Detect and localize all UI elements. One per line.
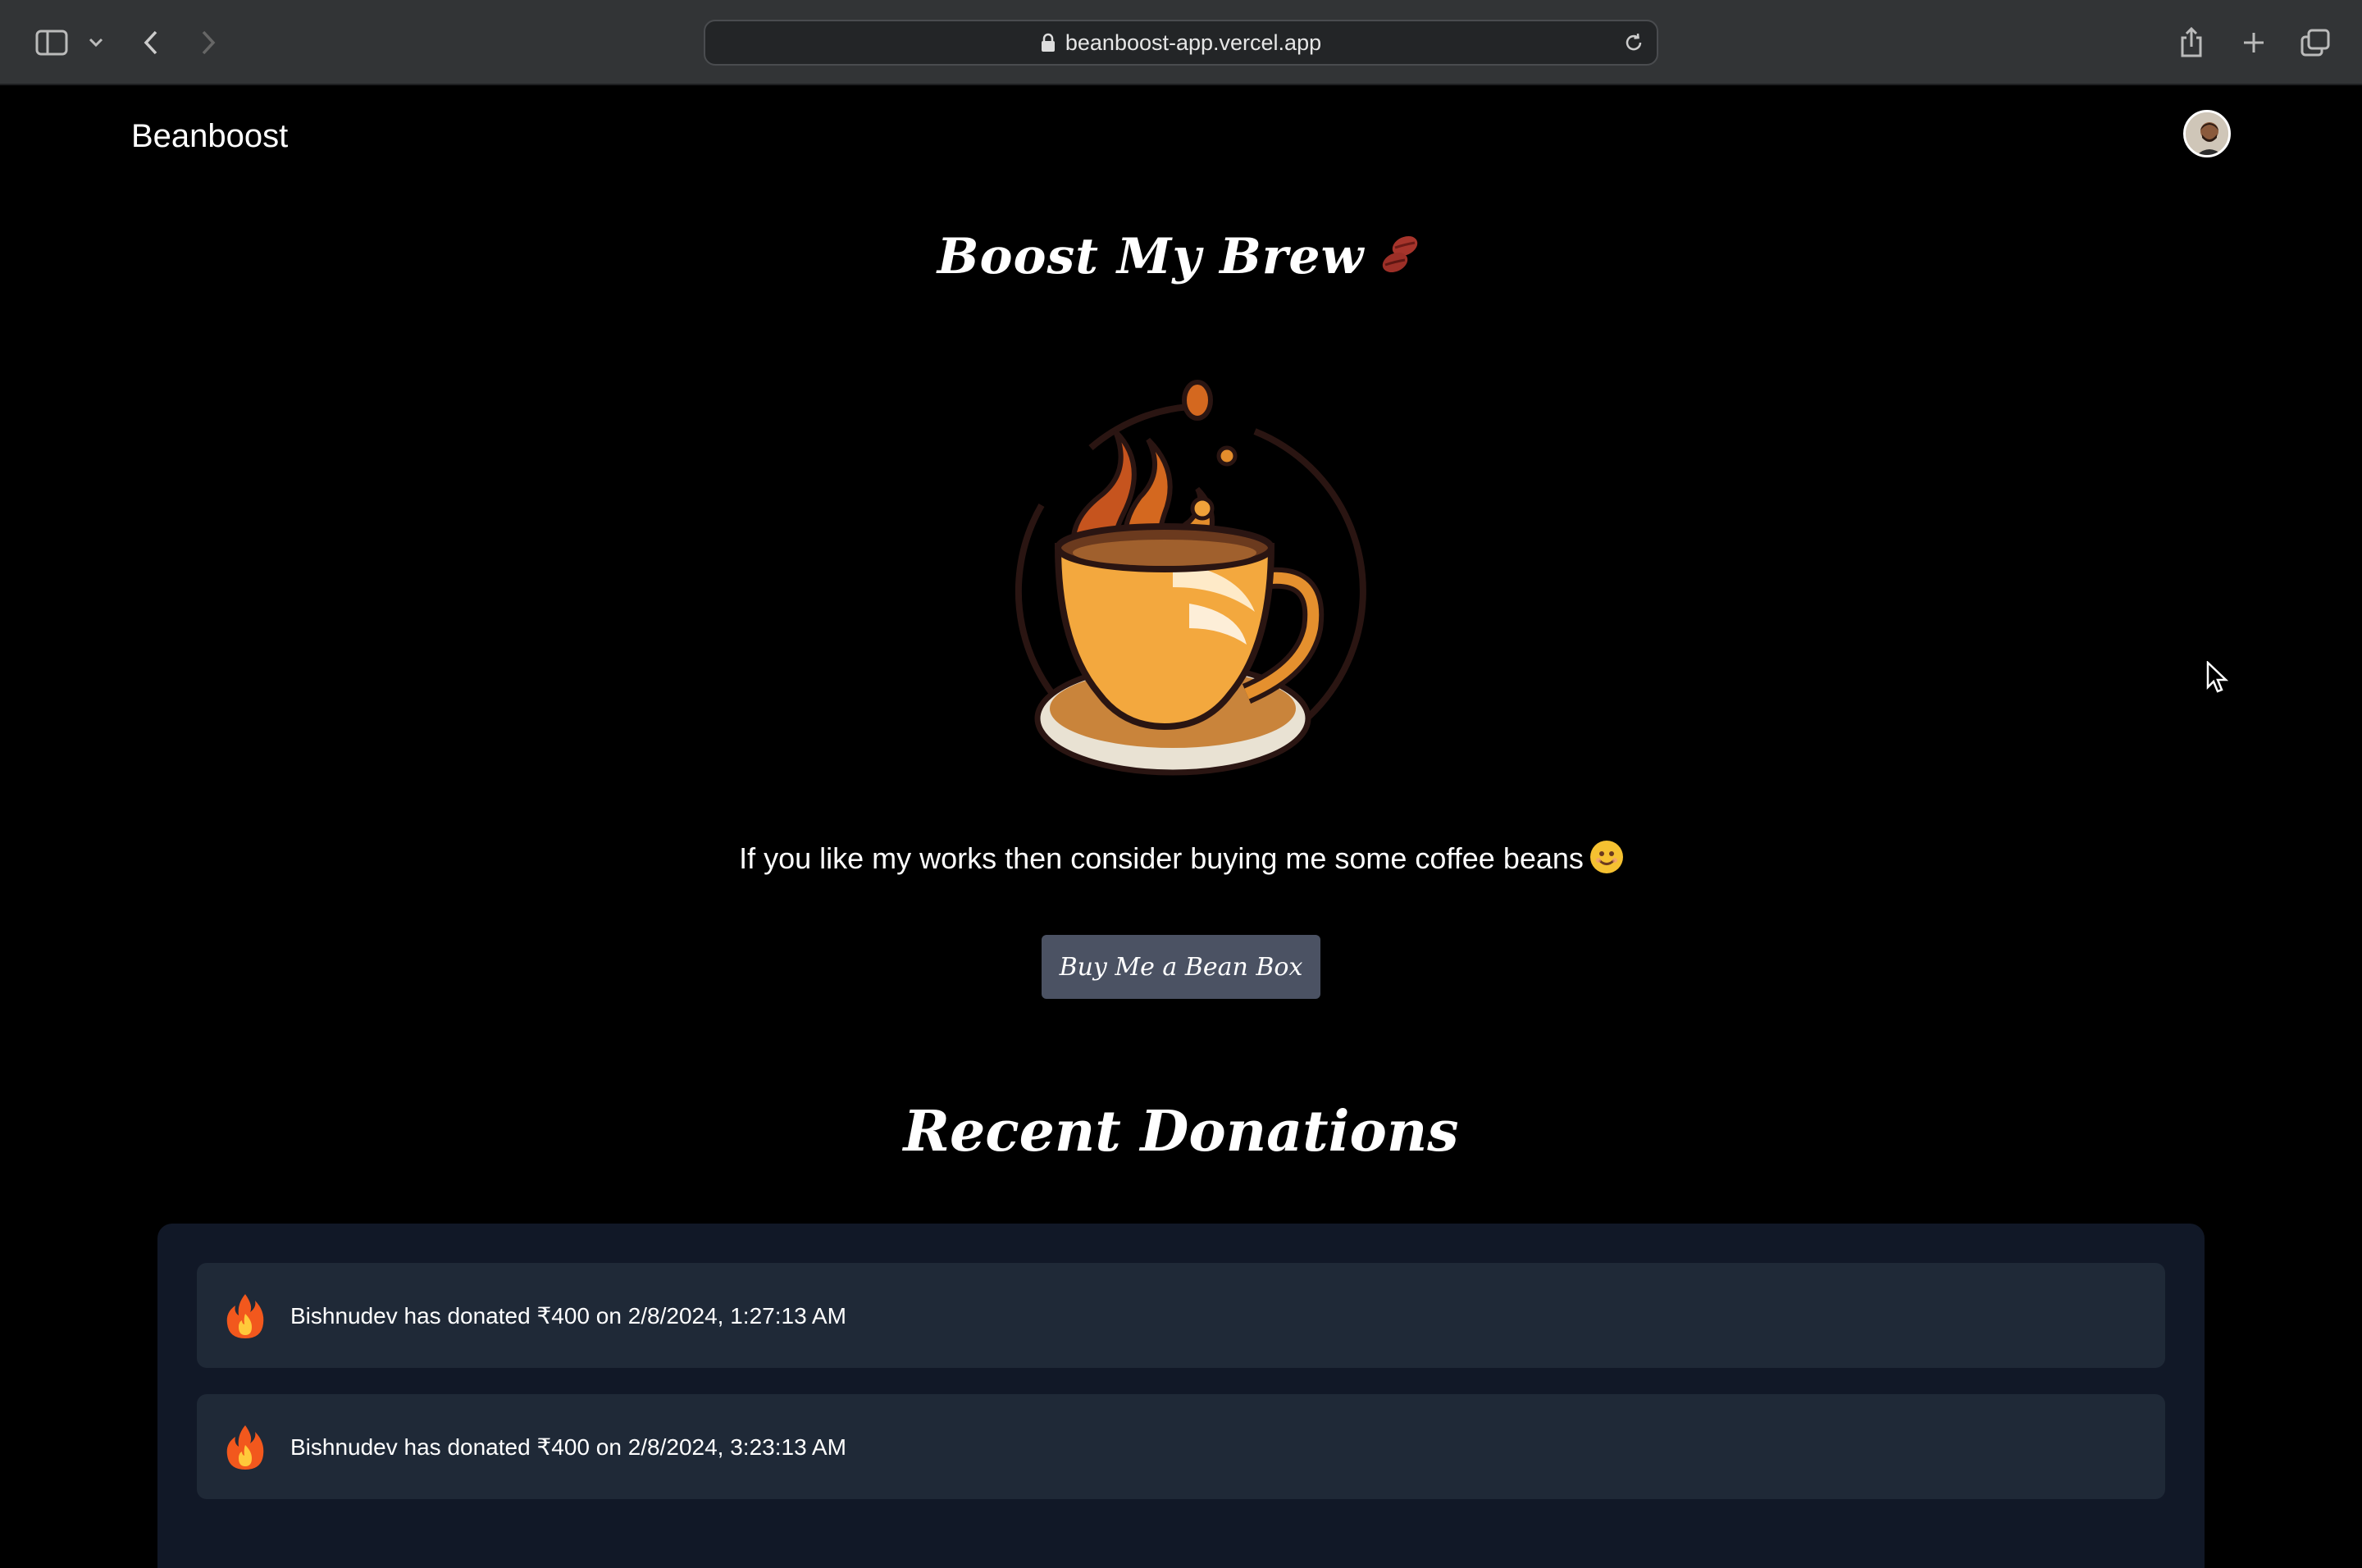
fire-icon — [225, 1292, 266, 1338]
page: Beanboost Boost My Brew If you like my w… — [0, 87, 2362, 1568]
reload-icon[interactable] — [1622, 31, 1645, 54]
donation-item: Bishnudev has donated ₹400 on 2/8/2024, … — [197, 1263, 2165, 1368]
donation-text: Bishnudev has donated ₹400 on 2/8/2024, … — [290, 1434, 846, 1460]
forward-icon[interactable] — [195, 21, 221, 64]
user-avatar[interactable] — [2183, 110, 2231, 157]
tab-overview-icon[interactable] — [2298, 21, 2332, 64]
browser-toolbar: beanboost-app.vercel.app — [0, 0, 2362, 85]
coffee-cup-logo — [984, 358, 1378, 850]
chevron-down-icon[interactable] — [85, 21, 107, 64]
recent-donations-title: Recent Donations — [903, 1099, 1459, 1165]
donation-text: Bishnudev has donated ₹400 on 2/8/2024, … — [290, 1302, 846, 1329]
donations-panel: Bishnudev has donated ₹400 on 2/8/2024, … — [157, 1224, 2205, 1568]
coffee-bean-icon — [1375, 230, 1425, 291]
tagline: If you like my works then consider buyin… — [0, 841, 2362, 877]
buy-bean-box-button[interactable]: Buy Me a Bean Box — [1042, 935, 1320, 999]
sidebar-toggle-icon[interactable] — [31, 21, 72, 64]
back-icon[interactable] — [138, 21, 164, 64]
hero-title: Boost My Brew — [0, 228, 2362, 291]
share-icon[interactable] — [2175, 21, 2208, 64]
tagline-text: If you like my works then consider buyin… — [739, 841, 1584, 875]
lock-icon — [1041, 33, 1056, 52]
fire-icon — [225, 1424, 266, 1470]
smile-emoji-icon — [1589, 841, 1623, 874]
url-text: beanboost-app.vercel.app — [1065, 30, 1322, 55]
mouse-cursor-icon — [2206, 660, 2229, 698]
brand-logo-text[interactable]: Beanboost — [131, 118, 288, 155]
address-bar[interactable]: beanboost-app.vercel.app — [704, 20, 1658, 66]
new-tab-icon[interactable] — [2237, 21, 2270, 64]
donation-item: Bishnudev has donated ₹400 on 2/8/2024, … — [197, 1394, 2165, 1499]
hero-title-text: Boost My Brew — [937, 228, 1365, 285]
